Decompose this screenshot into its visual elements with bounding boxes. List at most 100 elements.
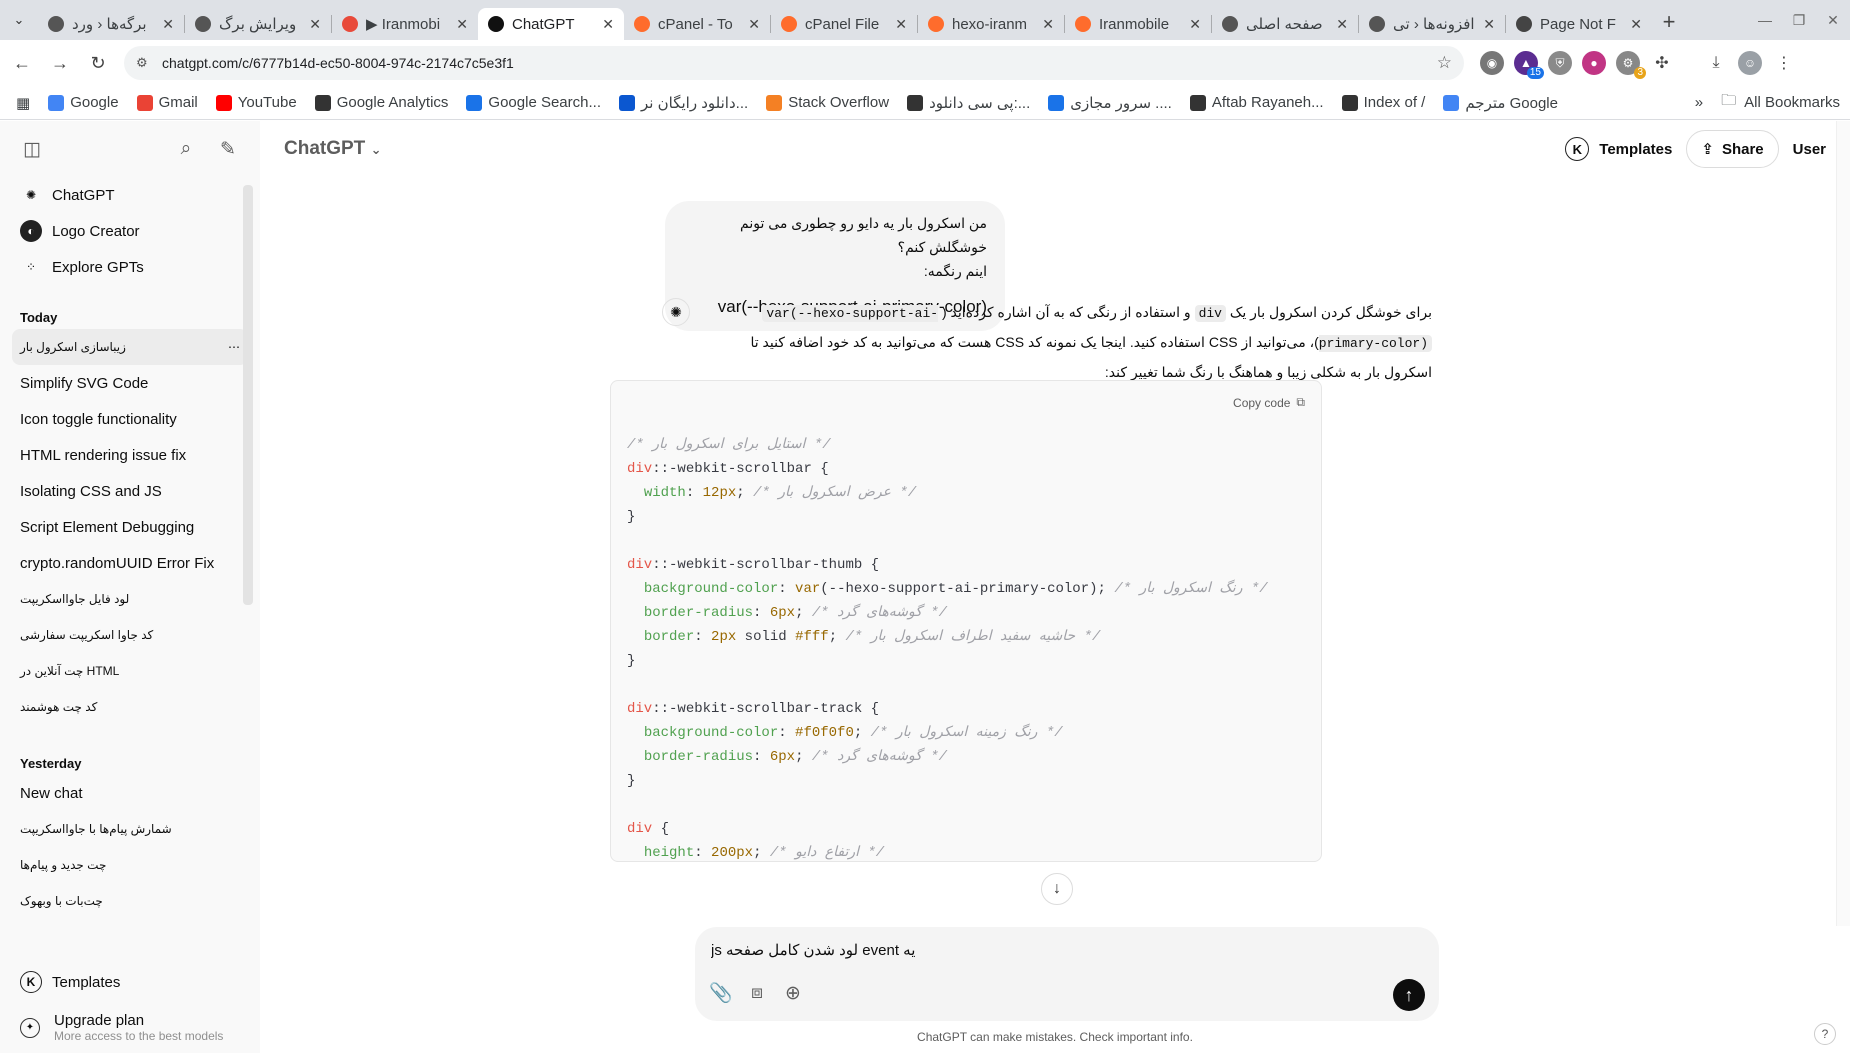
history-item[interactable]: کد چت هوشمند [12, 689, 248, 725]
tab-close-icon[interactable]: ✕ [162, 16, 174, 33]
bookmark-item[interactable]: دانلود رایگان نر... [619, 94, 748, 112]
tab-close-icon[interactable]: ✕ [748, 16, 760, 33]
apps-grid-icon[interactable]: ▦ [16, 94, 30, 112]
bookmark-item[interactable]: Gmail [136, 94, 198, 111]
tab-close-icon[interactable]: ✕ [1042, 16, 1054, 33]
tab-search-chevron-icon[interactable]: ⌄ [0, 0, 38, 40]
bookmark-item[interactable]: YouTube [215, 94, 297, 111]
puzzle-icon[interactable]: ✣ [1650, 51, 1674, 75]
templates-button[interactable]: K Templates [1565, 137, 1672, 161]
more-options-icon[interactable]: ⋯ [228, 340, 240, 354]
bookmark-item[interactable]: Google [48, 94, 119, 111]
download-icon[interactable]: ⤓ [1704, 51, 1728, 75]
new-tab-button[interactable]: + [1652, 9, 1686, 35]
site-info-icon[interactable]: ⚙ [136, 55, 152, 71]
search-icon[interactable]: ⌕ [174, 137, 198, 161]
bookmark-item[interactable]: مترجم Google [1443, 94, 1558, 112]
browser-tab[interactable]: ویرایش برگ ✕ [185, 8, 331, 40]
upgrade-plan-button[interactable]: ✦ Upgrade plan More access to the best m… [0, 1002, 260, 1053]
extension-icon[interactable]: ▲ 15 [1514, 51, 1544, 79]
bookmark-item[interactable]: Stack Overflow [766, 94, 889, 111]
browser-tab[interactable]: Page Not F ✕ [1506, 8, 1652, 40]
close-window-icon[interactable]: ✕ [1816, 12, 1850, 29]
minimize-icon[interactable]: — [1748, 12, 1782, 28]
address-bar[interactable]: ⚙ chatgpt.com/c/6777b14d-ec50-8004-974c-… [124, 46, 1464, 80]
bookmark-item[interactable]: Google Search... [466, 94, 601, 111]
tab-close-icon[interactable]: ✕ [456, 16, 468, 33]
history-item[interactable]: چت آنلاین در HTML [12, 653, 248, 689]
history-item[interactable]: Icon toggle functionality [12, 401, 248, 437]
scroll-to-bottom-icon[interactable]: ↓ [1041, 873, 1073, 905]
extension-gear-icon[interactable]: ⚙ 3 [1616, 51, 1646, 79]
bookmark-label: Google [70, 94, 119, 111]
browser-tab[interactable]: cPanel - To ✕ [624, 8, 770, 40]
bookmark-favicon-icon [215, 94, 232, 111]
new-chat-icon[interactable]: ✎ [216, 137, 240, 161]
browser-tab[interactable]: ChatGPT ✕ [478, 8, 624, 40]
back-icon[interactable]: ← [6, 47, 38, 79]
screenshot-extension-icon[interactable]: ◉ [1480, 51, 1504, 75]
browser-tab[interactable]: صفحه اصلی ✕ [1212, 8, 1358, 40]
bookmark-item[interactable]: Index of / [1341, 94, 1425, 111]
bookmark-star-icon[interactable]: ☆ [1437, 53, 1452, 73]
history-item[interactable]: شمارش پیام‌ها با جاوااسکریپت [12, 811, 248, 847]
restore-icon[interactable]: ❐ [1782, 12, 1816, 29]
message-input[interactable] [711, 937, 1411, 963]
tab-close-icon[interactable]: ✕ [1630, 16, 1642, 33]
attach-icon[interactable]: 📎 [709, 981, 733, 1005]
bookmark-item[interactable]: Aftab Rayaneh... [1189, 94, 1324, 111]
reload-icon[interactable]: ↻ [82, 47, 114, 79]
browser-tab[interactable]: برگه‌ها ‹ ورد ✕ [38, 8, 184, 40]
history-item[interactable]: HTML rendering issue fix [12, 437, 248, 473]
profile-avatar[interactable]: ☺ [1738, 51, 1762, 75]
tab-close-icon[interactable]: ✕ [1483, 16, 1495, 33]
more-bookmarks-icon[interactable]: » [1695, 94, 1703, 111]
bookmark-item[interactable]: Google Analytics [314, 94, 448, 111]
tab-close-icon[interactable]: ✕ [1336, 16, 1348, 33]
user-menu[interactable]: User [1793, 141, 1826, 158]
shield-icon[interactable]: ⛨ [1548, 51, 1572, 75]
history-item[interactable]: چت جدید و پیام‌ها [12, 847, 248, 883]
bookmark-item[interactable]: پی سی دانلود:... [907, 94, 1030, 112]
send-button[interactable]: ↑ [1393, 979, 1425, 1011]
browser-tab[interactable]: ▶ Iranmobi ✕ [332, 8, 478, 40]
history-item[interactable]: لود فایل جاوااسکریپت [12, 581, 248, 617]
history-item[interactable]: زیباسازی اسکرول بار ⋯ [12, 329, 248, 365]
share-button[interactable]: ⇪ Share [1686, 130, 1779, 168]
tab-close-icon[interactable]: ✕ [1189, 16, 1201, 33]
forward-icon[interactable]: → [44, 47, 76, 79]
globe-icon[interactable]: ⊕ [781, 981, 805, 1005]
browser-tab[interactable]: افزونه‌ها ‹ تی ✕ [1359, 8, 1505, 40]
browser-tab[interactable]: hexo-iranm ✕ [918, 8, 1064, 40]
tab-close-icon[interactable]: ✕ [309, 16, 321, 33]
history-item[interactable]: کد جاوا اسکریپت سفارشی [12, 617, 248, 653]
sidebar-nav-item[interactable]: ✺ ChatGPT [12, 177, 248, 213]
history-item[interactable]: Simplify SVG Code [12, 365, 248, 401]
sidebar-nav-item[interactable]: ◐ Logo Creator [12, 213, 248, 249]
copy-code-button[interactable]: Copy code ⧉ [1233, 395, 1305, 410]
history-item[interactable]: چت‌بات با وبهوک [12, 883, 248, 919]
sidebar-nav-item[interactable]: ⁘ Explore GPTs [12, 249, 248, 285]
toggle-sidebar-icon[interactable]: ◫ [20, 137, 44, 161]
assistant-text-part: برای خوشگل کردن اسکرول بار یک [1229, 304, 1432, 320]
bookmark-label: Stack Overflow [788, 94, 890, 111]
browser-menu-icon[interactable]: ⋮ [1772, 51, 1796, 75]
history-item[interactable]: New chat [12, 775, 248, 811]
tools-icon[interactable]: ⧈ [745, 981, 769, 1005]
history-item[interactable]: Isolating CSS and JS [12, 473, 248, 509]
sidebar-scrollbar[interactable] [243, 185, 253, 605]
model-selector[interactable]: ChatGPT ⌄ [284, 138, 381, 160]
url-text[interactable]: chatgpt.com/c/6777b14d-ec50-8004-974c-21… [162, 55, 1437, 71]
all-bookmarks-button[interactable]: 🗀 All Bookmarks [1721, 90, 1840, 115]
main-scrollbar[interactable] [1836, 121, 1850, 926]
templates-link[interactable]: K Templates [12, 962, 248, 1002]
help-icon[interactable]: ? [1814, 1023, 1836, 1045]
color-picker-icon[interactable]: ● [1582, 51, 1606, 75]
bookmark-item[interactable]: سرور مجازی .... [1048, 94, 1172, 112]
tab-close-icon[interactable]: ✕ [895, 16, 907, 33]
history-item[interactable]: crypto.randomUUID Error Fix [12, 545, 248, 581]
browser-tab[interactable]: Iranmobile ✕ [1065, 8, 1211, 40]
tab-close-icon[interactable]: ✕ [602, 16, 614, 33]
history-item[interactable]: Script Element Debugging [12, 509, 248, 545]
browser-tab[interactable]: cPanel File ✕ [771, 8, 917, 40]
